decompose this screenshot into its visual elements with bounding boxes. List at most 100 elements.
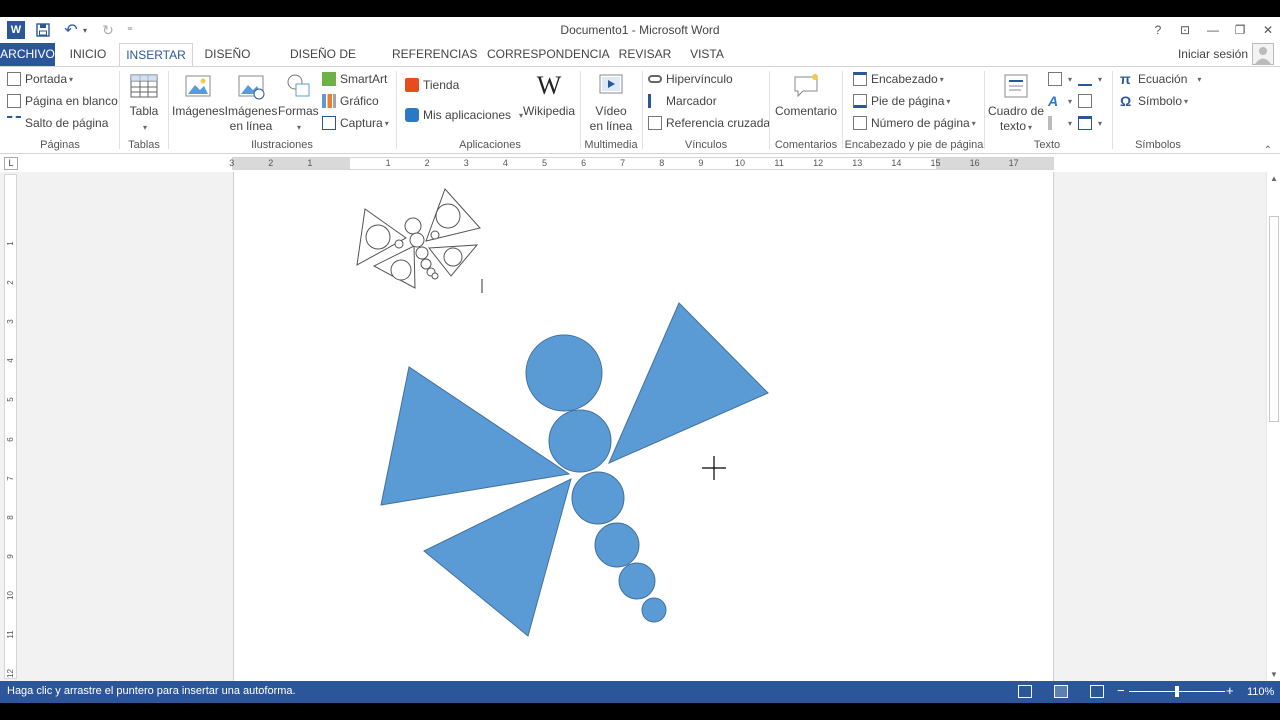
cuadro-de-texto-button[interactable]: Cuadro de texto ▾ (986, 71, 1046, 135)
ruler-tick-label: 13 (852, 158, 863, 168)
group-separator (1112, 71, 1113, 149)
signature-line-button[interactable]: ▾ (1078, 69, 1102, 89)
group-label-vinculos: Vínculos (684, 139, 728, 151)
ribbon-display-options-button[interactable]: ⊡ (1173, 20, 1197, 40)
marcador-button[interactable]: Marcador (648, 91, 717, 111)
comentario-button[interactable]: Comentario (774, 71, 838, 119)
body-circle-shape[interactable] (571, 471, 625, 525)
wing-right-top-shape[interactable] (608, 302, 769, 464)
vertical-ruler-tick-label: 3 (6, 319, 15, 324)
signature-icon (1078, 72, 1092, 86)
pie-de-pagina-button[interactable]: Pie de página ▾ (853, 91, 950, 111)
head-circle-shape[interactable] (525, 334, 603, 412)
tabla-label: Tabla (129, 104, 159, 118)
chevron-down-icon: ▾ (1028, 123, 1033, 132)
web-layout-icon[interactable] (1090, 685, 1104, 698)
ecuacion-button[interactable]: π Ecuación ▾ (1120, 69, 1201, 89)
small-circle (430, 230, 440, 240)
group-label-aplicaciones: Aplicaciones (459, 139, 521, 151)
zoom-level[interactable]: 110% (1247, 686, 1274, 698)
vertical-ruler-tick-label: 11 (6, 630, 15, 639)
tail-circle-shape[interactable] (641, 597, 667, 623)
vertical-ruler-tick-label: 7 (6, 475, 15, 481)
zoom-slider-thumb[interactable] (1175, 686, 1179, 697)
object-button[interactable]: ▾ (1078, 113, 1102, 133)
sign-in-link[interactable]: Iniciar sesión (1178, 47, 1248, 61)
zoom-in-button[interactable]: + (1226, 683, 1234, 698)
comentario-label: Comentario (774, 104, 838, 118)
small-circle (443, 247, 463, 267)
my-apps-icon (405, 108, 419, 122)
group-label-simbolos: Símbolos (1135, 139, 1181, 151)
tab-inicio[interactable]: INICIO (63, 43, 113, 67)
horizontal-ruler[interactable]: 3 2 1 1 2 3 4 5 6 7 8 9 10 11 12 13 14 15 16 17 (229, 157, 1054, 170)
tab-correspondencia[interactable]: CORRESPONDENCIA (487, 43, 610, 67)
scroll-up-icon[interactable]: ▲ (1270, 174, 1278, 183)
referencia-cruzada-button[interactable]: Referencia cruzada (648, 113, 770, 133)
tienda-button[interactable]: Tienda (405, 75, 459, 95)
tab-selector[interactable]: L (4, 157, 18, 170)
cover-page-icon (7, 72, 21, 86)
tab-insertar[interactable]: INSERTAR (119, 43, 193, 68)
drop-cap-button[interactable]: ▾ (1048, 113, 1072, 133)
wordart-button[interactable]: A ▾ (1048, 91, 1072, 111)
small-dragonfly-outline[interactable] (356, 188, 481, 289)
scroll-down-icon[interactable]: ▼ (1270, 670, 1278, 679)
salto-de-pagina-button[interactable]: Salto de página (7, 113, 108, 133)
grafico-button[interactable]: Gráfico (322, 91, 379, 111)
pagina-en-blanco-button[interactable]: Página en blanco (7, 91, 118, 111)
video-en-linea-button[interactable]: Vídeo en línea (585, 71, 637, 134)
vertical-scrollbar[interactable]: ▲ ▼ (1266, 172, 1280, 681)
simbolo-button[interactable]: Ω Símbolo ▾ (1120, 91, 1188, 111)
small-circle (435, 203, 461, 229)
tab-archivo[interactable]: ARCHIVO (0, 43, 55, 67)
smartart-icon (322, 72, 336, 86)
ruler-tick-label: 3 (463, 158, 469, 168)
body-circle-shape[interactable] (594, 522, 640, 568)
ruler-tick-label: 5 (541, 158, 547, 168)
tab-revisar[interactable]: REVISAR (616, 43, 674, 67)
minimize-button[interactable]: — (1201, 20, 1225, 40)
body-circle-shape[interactable] (548, 409, 612, 473)
document-page[interactable] (233, 172, 1054, 681)
portada-button[interactable]: Portada ▾ (7, 69, 73, 89)
group-label-tablas: Tablas (128, 139, 160, 151)
close-button[interactable]: ✕ (1256, 20, 1280, 40)
tabla-button[interactable]: Tabla ▾ (126, 71, 162, 135)
zoom-out-button[interactable]: − (1117, 683, 1125, 698)
ruler-tick-label: 14 (891, 158, 902, 168)
read-mode-icon[interactable] (1018, 685, 1032, 698)
group-separator (842, 71, 843, 149)
ruler-tick-label: 1 (385, 158, 391, 168)
smartart-button[interactable]: SmartArt (322, 69, 387, 89)
print-layout-icon[interactable] (1054, 685, 1068, 698)
restore-button[interactable]: ❐ (1228, 20, 1252, 40)
mis-aplicaciones-button[interactable]: Mis aplicaciones ▾ (405, 105, 523, 125)
formas-button[interactable]: Formas ▾ (278, 71, 319, 135)
scrollbar-thumb[interactable] (1269, 216, 1279, 422)
cross-reference-icon (648, 116, 662, 130)
chevron-down-icon: ▾ (296, 123, 301, 132)
imagenes-button[interactable]: Imágenes (172, 71, 225, 119)
encabezado-button[interactable]: Encabezado ▾ (853, 69, 944, 89)
hipervinculo-button[interactable]: Hipervínculo (648, 69, 733, 89)
date-time-button[interactable] (1078, 91, 1096, 111)
wing-left-bottom-shape[interactable] (423, 478, 572, 637)
object-icon (1078, 116, 1092, 130)
tab-diseno-pagina[interactable]: DISEÑO DE PÁGINA (266, 43, 380, 83)
quick-parts-button[interactable]: ▾ (1048, 69, 1072, 89)
avatar[interactable] (1252, 43, 1274, 65)
body-circle-shape[interactable] (618, 562, 656, 600)
numero-de-pagina-button[interactable]: Número de página ▾ (853, 113, 976, 133)
ruler-tick-label: 1 (307, 158, 313, 168)
blue-dragonfly[interactable] (380, 302, 769, 637)
wikipedia-button[interactable]: W Wikipedia (522, 71, 576, 119)
help-button[interactable]: ? (1146, 20, 1170, 40)
tab-diseno[interactable]: DISEÑO (200, 43, 255, 67)
tab-vista[interactable]: VISTA (686, 43, 728, 67)
imagenes-en-linea-button[interactable]: Imágenes en línea (224, 71, 278, 134)
captura-button[interactable]: Captura ▾ (322, 113, 389, 133)
vertical-ruler[interactable]: 1 2 3 4 5 6 7 8 9 10 11 12 (4, 174, 17, 679)
imagenes-en-linea-label-2: en línea (229, 119, 273, 133)
tab-referencias[interactable]: REFERENCIAS (392, 43, 477, 67)
